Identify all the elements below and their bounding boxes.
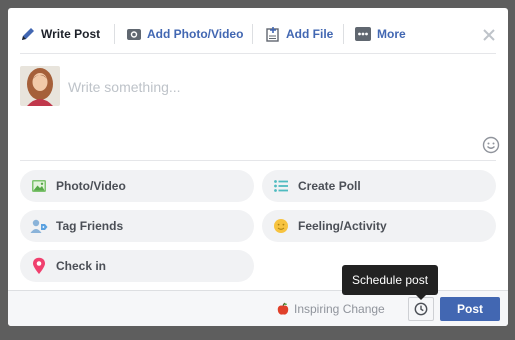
composer-tabs: Write Post Add Photo/Video Add File More bbox=[8, 8, 508, 54]
page-name-label: Inspiring Change bbox=[294, 302, 385, 316]
page-selector[interactable]: Inspiring Change bbox=[276, 300, 385, 318]
tag-friends-icon bbox=[30, 217, 48, 235]
avatar[interactable] bbox=[20, 66, 60, 106]
tab-label: Write Post bbox=[41, 27, 101, 41]
file-add-icon bbox=[265, 26, 281, 42]
action-label: Create Poll bbox=[298, 179, 361, 193]
tab-label: More bbox=[377, 27, 406, 41]
create-poll-button[interactable]: Create Poll bbox=[262, 170, 496, 202]
apple-icon bbox=[276, 302, 290, 316]
emoji-icon[interactable] bbox=[482, 136, 500, 154]
check-in-button[interactable]: Check in bbox=[20, 250, 254, 282]
tab-label: Add Photo/Video bbox=[147, 27, 244, 41]
tab-divider bbox=[343, 24, 344, 44]
tab-write-post[interactable]: Write Post bbox=[20, 23, 100, 45]
location-pin-icon bbox=[30, 257, 48, 275]
tab-add-photo-video[interactable]: Add Photo/Video bbox=[126, 23, 243, 45]
action-label: Check in bbox=[56, 259, 107, 273]
composer-footer: Inspiring Change Post bbox=[8, 290, 508, 326]
feeling-activity-button[interactable]: Feeling/Activity bbox=[262, 210, 496, 242]
more-icon bbox=[355, 26, 371, 42]
tab-divider bbox=[114, 24, 115, 44]
composer-divider bbox=[20, 160, 496, 161]
pencil-icon bbox=[20, 26, 36, 42]
action-label: Photo/Video bbox=[56, 179, 126, 193]
tab-divider bbox=[252, 24, 253, 44]
schedule-post-button[interactable] bbox=[408, 297, 434, 321]
poll-icon bbox=[272, 177, 290, 195]
tag-friends-button[interactable]: Tag Friends bbox=[20, 210, 254, 242]
camera-icon bbox=[126, 26, 142, 42]
close-icon[interactable] bbox=[482, 28, 496, 42]
feeling-icon bbox=[272, 217, 290, 235]
tab-more[interactable]: More bbox=[355, 23, 406, 45]
tab-label: Add File bbox=[286, 27, 334, 41]
action-label: Tag Friends bbox=[56, 219, 124, 233]
action-label: Feeling/Activity bbox=[298, 219, 387, 233]
tooltip-arrow bbox=[416, 295, 426, 300]
schedule-post-tooltip: Schedule post bbox=[342, 265, 438, 295]
clock-icon bbox=[414, 302, 428, 316]
write-post-input[interactable] bbox=[68, 74, 478, 100]
tab-add-file[interactable]: Add File bbox=[265, 23, 333, 45]
post-button[interactable]: Post bbox=[440, 297, 500, 321]
photo-video-button[interactable]: Photo/Video bbox=[20, 170, 254, 202]
photo-icon bbox=[30, 177, 48, 195]
tabs-divider bbox=[20, 53, 496, 54]
